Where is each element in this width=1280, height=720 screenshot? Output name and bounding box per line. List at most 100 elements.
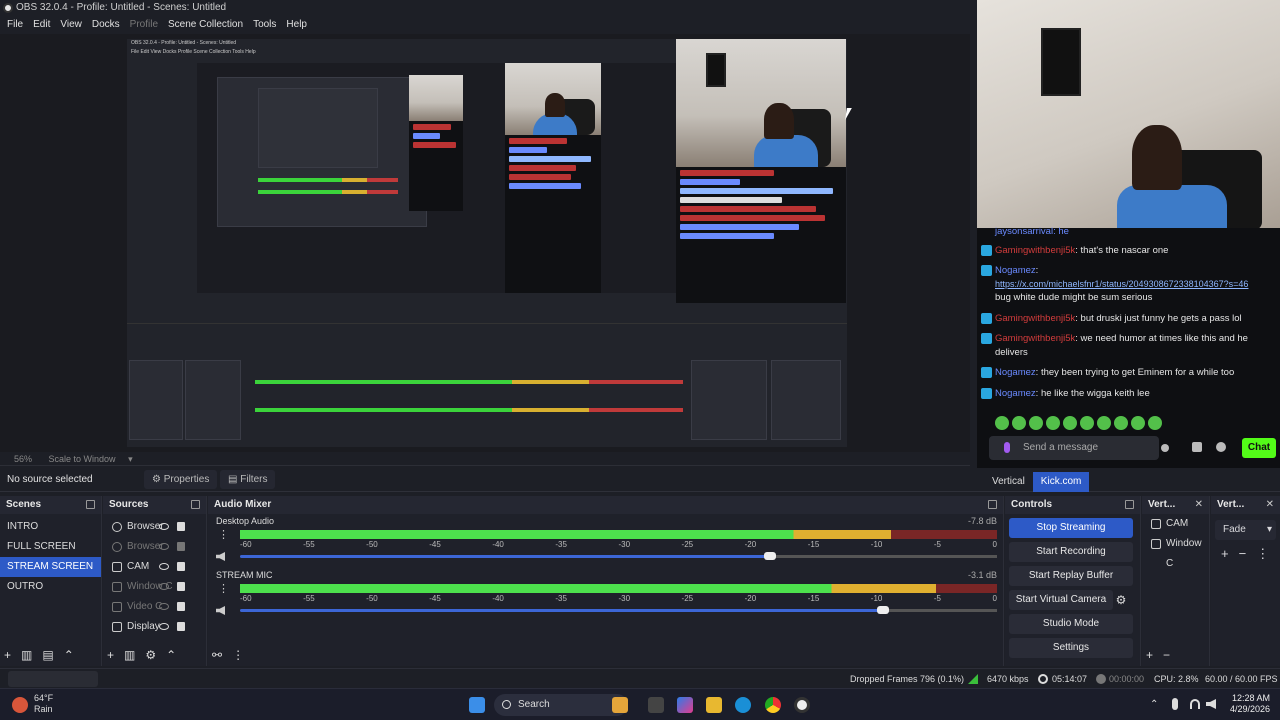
chat-message-input[interactable]: Send a message <box>989 436 1159 460</box>
scene-item-stream-screen[interactable]: STREAM SCREEN <box>0 557 101 577</box>
file-explorer-icon[interactable] <box>706 697 722 713</box>
source-item[interactable]: Display <box>103 617 206 637</box>
task-view-icon[interactable] <box>648 697 664 713</box>
move-up-icon[interactable]: ⌃ <box>166 648 176 662</box>
start-recording-button[interactable]: Start Recording <box>1009 542 1133 562</box>
chat-username[interactable]: Gamingwithbenji5k <box>995 245 1075 256</box>
menu-tools[interactable]: Tools <box>248 16 281 34</box>
mixer-link-icon[interactable]: ⚯ <box>212 648 222 662</box>
emote-icon[interactable] <box>995 416 1009 430</box>
edge-icon[interactable] <box>735 697 751 713</box>
hidden-eye-icon[interactable] <box>159 603 169 610</box>
scene-item-full-screen[interactable]: FULL SCREEN <box>0 537 101 557</box>
settings-gear-icon[interactable] <box>1216 442 1226 452</box>
chat-username[interactable]: Gamingwithbenji5k <box>995 313 1075 324</box>
trash-icon[interactable]: ▥ <box>124 648 135 662</box>
stop-streaming-button[interactable]: Stop Streaming <box>1009 518 1133 538</box>
speaker-icon[interactable] <box>216 606 225 615</box>
dock-float-icon[interactable] <box>86 500 95 509</box>
visibility-eye-icon[interactable] <box>159 563 169 570</box>
mic-icon[interactable] <box>1004 442 1010 453</box>
emote-icon[interactable] <box>1012 416 1026 430</box>
tray-chevron-icon[interactable]: ⌃ <box>1150 699 1158 710</box>
mic-tray-icon[interactable] <box>1172 698 1178 710</box>
menu-help[interactable]: Help <box>281 16 312 34</box>
emote-icon[interactable] <box>1029 416 1043 430</box>
weather-rain-icon[interactable] <box>12 697 28 713</box>
menu-profile[interactable]: Profile <box>125 16 163 34</box>
chat-username[interactable]: Nogamez <box>995 265 1036 276</box>
lock-icon[interactable] <box>177 602 185 611</box>
start-windows-icon[interactable] <box>469 697 485 713</box>
more-icon[interactable]: ⋮ <box>1256 546 1269 562</box>
source-item[interactable]: CAM <box>103 557 206 577</box>
wifi-icon[interactable] <box>1190 699 1200 709</box>
volume-icon[interactable] <box>1206 699 1216 709</box>
chat-username[interactable]: Nogamez <box>995 388 1036 399</box>
menu-scene-collection[interactable]: Scene Collection <box>163 16 248 34</box>
taskbar-clock[interactable]: 12:28 AM 4/29/2026 <box>1230 693 1270 715</box>
taskbar-search[interactable]: Search <box>494 694 628 716</box>
tab-kick[interactable]: Kick.com <box>1032 472 1090 492</box>
emote-icon[interactable] <box>1080 416 1094 430</box>
dock-float-icon[interactable] <box>191 500 200 509</box>
speaker-icon[interactable] <box>216 552 225 561</box>
source-item[interactable]: Browser <box>103 517 206 537</box>
scale-mode-select[interactable]: Scale to Window <box>49 454 116 464</box>
lock-icon[interactable] <box>177 542 185 551</box>
emote-icon[interactable] <box>1097 416 1111 430</box>
source-item[interactable]: Browser <box>103 537 206 557</box>
emote-icon[interactable] <box>1046 416 1060 430</box>
menu-edit[interactable]: Edit <box>28 16 55 34</box>
tab-vertical[interactable]: Vertical <box>984 472 1033 492</box>
obs-app-icon[interactable] <box>794 697 810 713</box>
lock-icon[interactable] <box>177 582 185 591</box>
virtual-camera-gear-icon[interactable]: ⚙ <box>1113 590 1129 610</box>
properties-button[interactable]: ⚙ Properties <box>144 470 218 489</box>
chat-username[interactable]: Nogamez <box>995 367 1036 378</box>
emoji-icon[interactable] <box>1161 444 1169 452</box>
emote-icon[interactable] <box>1063 416 1077 430</box>
visibility-eye-icon[interactable] <box>159 623 169 630</box>
gear-icon[interactable]: ⚙ <box>145 648 156 662</box>
start-replay-buffer-button[interactable]: Start Replay Buffer <box>1009 566 1133 586</box>
close-icon[interactable]: ✕ <box>1266 496 1274 514</box>
emote-icon[interactable] <box>1131 416 1145 430</box>
close-icon[interactable]: ✕ <box>1195 496 1203 514</box>
volume-slider-knob[interactable] <box>877 606 890 614</box>
lock-icon[interactable] <box>177 622 185 631</box>
scene-item-intro[interactable]: INTRO <box>0 517 101 537</box>
volume-slider[interactable] <box>240 606 997 614</box>
chat-send-button[interactable]: Chat <box>1242 438 1276 458</box>
volume-slider[interactable] <box>240 552 997 560</box>
settings-button[interactable]: Settings <box>1009 638 1133 658</box>
remove-icon[interactable]: − <box>1163 648 1170 662</box>
hidden-eye-icon[interactable] <box>159 583 169 590</box>
move-up-icon[interactable]: ⌃ <box>64 648 74 662</box>
hidden-eye-icon[interactable] <box>159 543 169 550</box>
chat-link-text[interactable]: https://x.com/michaelsfnr1/status/204930… <box>995 279 1248 289</box>
vertical-source-item[interactable]: Window C <box>1142 534 1209 569</box>
lock-icon[interactable] <box>177 522 185 531</box>
source-item[interactable]: Video C <box>103 597 206 617</box>
chat-link[interactable]: https://x.com/michaelsfnr1/status/204930… <box>995 278 1270 291</box>
add-icon[interactable]: + <box>1146 648 1153 662</box>
lock-icon[interactable] <box>177 562 185 571</box>
trash-icon[interactable]: ▥ <box>21 648 32 662</box>
volume-slider-knob[interactable] <box>763 552 776 560</box>
preview-canvas[interactable]: OBS 32.0.4 - Profile: Untitled - Scenes:… <box>0 34 970 452</box>
chevron-down-icon[interactable]: ▾ <box>128 454 133 464</box>
add-icon[interactable]: + <box>1221 546 1229 562</box>
menu-view[interactable]: View <box>55 16 87 34</box>
dock-float-icon[interactable] <box>988 500 997 509</box>
emote-icon[interactable] <box>1114 416 1128 430</box>
dock-float-icon[interactable] <box>1125 500 1134 509</box>
gift-icon[interactable] <box>1192 442 1202 452</box>
transition-select[interactable]: Fade ▾ <box>1215 520 1276 540</box>
menu-file[interactable]: File <box>2 16 28 34</box>
vertical-source-item[interactable]: CAM <box>1142 514 1209 534</box>
chat-username[interactable]: Gamingwithbenji5k <box>995 333 1075 344</box>
emote-icon[interactable] <box>1148 416 1162 430</box>
chrome-icon[interactable] <box>765 697 781 713</box>
channel-menu-icon[interactable]: ⋮ <box>218 528 229 541</box>
